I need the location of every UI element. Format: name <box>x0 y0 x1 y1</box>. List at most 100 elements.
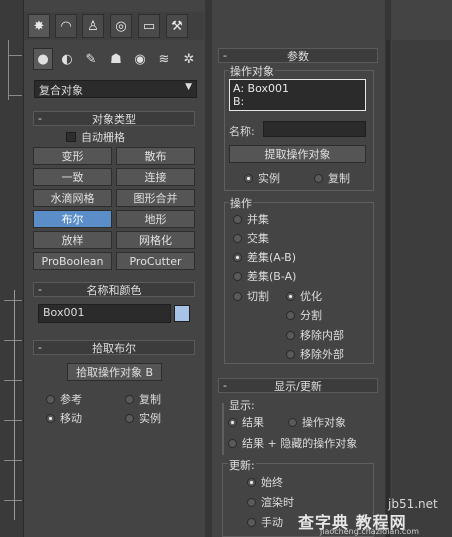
radio-label: 优化 <box>300 290 322 303</box>
object-type-title: 对象类型 <box>92 112 136 126</box>
pick-boolean-title: 拾取布尔 <box>92 341 136 355</box>
update-group-label: 更新: <box>228 457 256 473</box>
motion-tab-icon[interactable]: ◎ <box>110 14 132 38</box>
object-name-field[interactable]: Box001 <box>38 304 171 323</box>
command-panel-tabs: ✸ ◠ ♙ ◎ ▭ ⚒ <box>24 12 204 40</box>
obj-type-button[interactable]: 水滴网格 <box>33 189 112 207</box>
obj-type-button[interactable]: ProCutter <box>116 252 195 270</box>
radio-label: 复制 <box>139 393 161 406</box>
cut-split[interactable]: 分割 <box>286 308 322 322</box>
obj-type-button[interactable]: 一致 <box>33 168 112 186</box>
boolean-button[interactable]: 布尔 <box>33 210 112 228</box>
extract-option-instance[interactable]: 实例 <box>244 171 280 185</box>
chevron-down-icon: ▼ <box>185 82 192 92</box>
create-tab-icon[interactable]: ✸ <box>28 14 50 38</box>
object-type-rollout-header[interactable]: - 对象类型 <box>33 111 195 126</box>
scrollbar[interactable] <box>386 40 390 537</box>
obj-type-button[interactable]: 连接 <box>116 168 195 186</box>
radio-label: 结果 <box>242 416 264 429</box>
operation-union[interactable]: 并集 <box>233 212 269 226</box>
radio-label: 复制 <box>328 172 350 185</box>
radio-label: 移除外部 <box>300 348 344 361</box>
operands-group-label: 操作对象 <box>229 63 275 79</box>
radio-dot <box>288 417 297 427</box>
cut-refine[interactable]: 优化 <box>286 289 322 303</box>
pick-option-reference[interactable]: 参考 <box>46 392 82 406</box>
radio-label: 分割 <box>300 309 322 322</box>
parameters-rollout-header[interactable]: - 参数 <box>218 48 378 63</box>
display-result[interactable]: 结果 <box>228 415 264 429</box>
operand-a-item[interactable]: A: Box001 <box>233 82 289 95</box>
radio-label: 操作对象 <box>302 416 346 429</box>
radio-dot <box>314 173 323 183</box>
radio-label: 差集(A-B) <box>247 251 296 264</box>
autogrid-checkbox[interactable]: 自动栅格 <box>66 130 125 144</box>
radio-label: 交集 <box>247 232 269 245</box>
space-warps-icon[interactable]: ≋ <box>154 48 174 70</box>
lights-icon[interactable]: ✎ <box>81 48 101 70</box>
utilities-tab-icon[interactable]: ⚒ <box>166 14 188 38</box>
watermark-url: jiaocheng.chazidian.com <box>320 527 420 536</box>
radio-label: 切割 <box>247 290 269 303</box>
extract-operand-button[interactable]: 提取操作对象 <box>229 145 366 163</box>
pick-operand-b-button[interactable]: 拾取操作对象 B <box>67 363 162 381</box>
pick-option-copy[interactable]: 复制 <box>125 392 161 406</box>
obj-type-button[interactable]: 放样 <box>33 231 112 249</box>
cut-remove-outside[interactable]: 移除外部 <box>286 347 344 361</box>
systems-icon[interactable]: ✲ <box>179 48 199 70</box>
shapes-icon[interactable]: ◐ <box>57 48 77 70</box>
obj-type-button[interactable]: 网格化 <box>116 231 195 249</box>
radio-dot <box>125 394 134 404</box>
radio-dot <box>125 413 134 423</box>
modify-tab-icon[interactable]: ◠ <box>55 14 77 38</box>
helpers-icon[interactable]: ◉ <box>130 48 150 70</box>
update-always[interactable]: 始终 <box>247 475 283 489</box>
obj-type-button[interactable]: 图形合并 <box>116 189 195 207</box>
cut-remove-inside[interactable]: 移除内部 <box>286 328 344 342</box>
operands-list[interactable]: A: Box001 B: <box>229 79 366 111</box>
display-result-hidden-ops[interactable]: 结果 + 隐藏的操作对象 <box>228 436 357 450</box>
radio-label: 移除内部 <box>300 329 344 342</box>
hierarchy-tab-icon[interactable]: ♙ <box>82 14 104 38</box>
object-color-swatch[interactable] <box>174 305 190 322</box>
radio-dot-selected <box>233 252 242 262</box>
name-color-rollout-header[interactable]: - 名称和颜色 <box>33 282 195 297</box>
radio-dot-selected <box>244 173 253 183</box>
radio-dot <box>46 394 55 404</box>
operand-name-field[interactable] <box>263 121 366 137</box>
update-when-rendering[interactable]: 渲染时 <box>247 495 294 509</box>
pick-option-instance[interactable]: 实例 <box>125 411 161 425</box>
radio-dot <box>228 438 237 448</box>
viewport-edge[interactable] <box>0 0 24 537</box>
radio-dot <box>233 214 242 224</box>
display-update-rollout-header[interactable]: - 显示/更新 <box>218 378 378 393</box>
display-operands[interactable]: 操作对象 <box>288 415 346 429</box>
display-group <box>222 403 224 455</box>
geometry-icon[interactable]: ● <box>33 48 53 70</box>
update-manually[interactable]: 手动 <box>247 515 283 529</box>
radio-dot <box>286 349 295 359</box>
right-empty-area <box>392 40 452 537</box>
radio-dot <box>233 233 242 243</box>
obj-type-button[interactable]: 地形 <box>116 210 195 228</box>
name-label: 名称: <box>229 125 255 138</box>
operation-intersection[interactable]: 交集 <box>233 231 269 245</box>
operation-subtract-ab[interactable]: 差集(A-B) <box>233 250 296 264</box>
operation-subtract-ba[interactable]: 差集(B-A) <box>233 269 296 283</box>
category-select[interactable]: 复合对象 ▼ <box>34 80 197 98</box>
obj-type-button[interactable]: 散布 <box>116 147 195 165</box>
autogrid-label: 自动栅格 <box>81 131 125 144</box>
cameras-icon[interactable]: ☗ <box>106 48 126 70</box>
radio-label: 结果 + 隐藏的操作对象 <box>242 437 358 450</box>
display-tab-icon[interactable]: ▭ <box>138 14 160 38</box>
operand-b-item[interactable]: B: <box>233 95 244 108</box>
pick-option-move[interactable]: 移动 <box>46 411 82 425</box>
extract-option-copy[interactable]: 复制 <box>314 171 350 185</box>
radio-label: 差集(B-A) <box>247 270 297 283</box>
radio-label: 参考 <box>60 393 82 406</box>
obj-type-button[interactable]: 变形 <box>33 147 112 165</box>
operation-cut[interactable]: 切割 <box>233 289 269 303</box>
radio-label: 实例 <box>258 172 280 185</box>
obj-type-button[interactable]: ProBoolean <box>33 252 112 270</box>
pick-boolean-rollout-header[interactable]: - 拾取布尔 <box>33 340 195 355</box>
